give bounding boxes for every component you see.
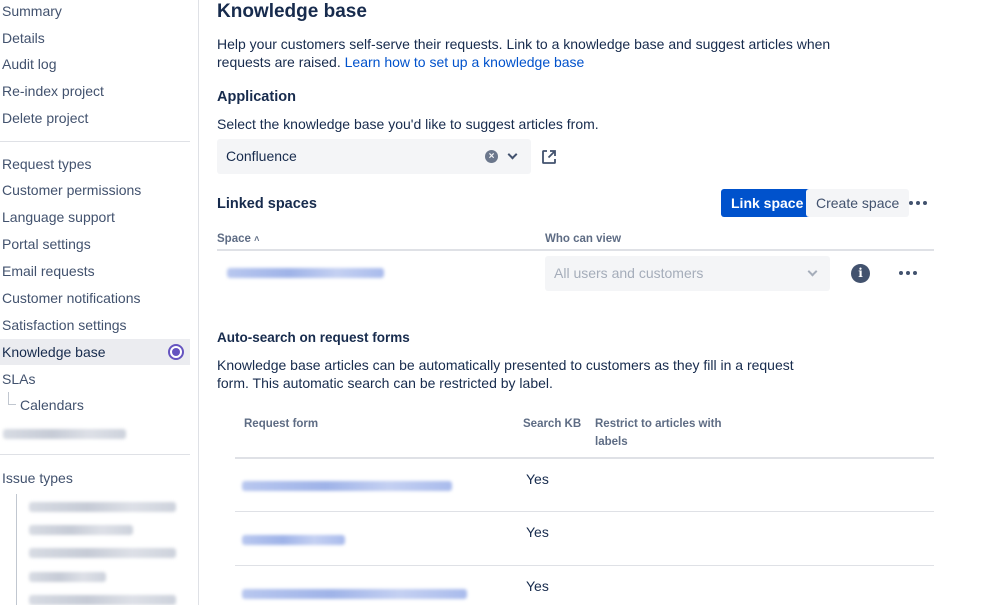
row-more-actions-icon[interactable] (899, 266, 921, 280)
search-kb-value: Yes (526, 578, 549, 594)
active-indicator-icon (168, 344, 184, 360)
sort-ascending-icon: ˄ (254, 234, 260, 244)
sidebar-item-redacted[interactable] (3, 429, 126, 439)
issue-type-item-redacted[interactable] (29, 595, 176, 605)
table-header-divider (217, 249, 934, 251)
who-can-view-value: All users and customers (554, 265, 704, 281)
request-form-name-redacted[interactable] (242, 481, 452, 491)
search-kb-value: Yes (526, 471, 549, 487)
sidebar-item-issue-types[interactable]: Issue types (0, 465, 190, 491)
sidebar-item-details[interactable]: Details (0, 25, 190, 51)
column-header-space-label: Space (217, 233, 251, 245)
restrict-header-line2: labels (595, 436, 628, 448)
sidebar-item-calendars[interactable]: Calendars (0, 392, 190, 418)
linked-space-name-redacted[interactable] (227, 268, 384, 278)
page-description: Help your customers self-serve their req… (217, 35, 847, 71)
issue-type-item-redacted[interactable] (29, 572, 106, 582)
sidebar-item-slas[interactable]: SLAs (0, 366, 190, 392)
sidebar-item-delete-project[interactable]: Delete project (0, 105, 190, 131)
request-form-name-redacted[interactable] (242, 535, 345, 545)
clear-selection-icon[interactable]: × (485, 150, 498, 163)
info-icon[interactable]: i (851, 264, 870, 283)
column-header-restrict-labels: Restrict to articles with labels (595, 415, 722, 451)
table-row-divider (235, 565, 934, 566)
column-header-space[interactable]: Space ˄ (217, 233, 259, 245)
column-header-who-can-view: Who can view (545, 233, 622, 245)
chevron-down-icon[interactable] (807, 266, 818, 277)
column-header-search-kb: Search KB (523, 418, 582, 430)
sidebar-item-customer-notifications[interactable]: Customer notifications (0, 285, 190, 311)
open-external-icon[interactable] (541, 149, 557, 165)
column-header-request-form: Request form (244, 418, 319, 430)
auto-search-description: Knowledge base articles can be automatic… (217, 357, 794, 391)
knowledge-base-select[interactable]: Confluence × (217, 139, 531, 174)
chevron-down-icon[interactable] (507, 149, 518, 160)
knowledge-base-select-value: Confluence (226, 148, 297, 164)
sidebar-item-language-support[interactable]: Language support (0, 204, 190, 230)
sidebar-item-portal-settings[interactable]: Portal settings (0, 231, 190, 257)
table-header-divider (235, 457, 934, 459)
issue-type-item-redacted[interactable] (29, 502, 176, 512)
table-row-divider (235, 511, 934, 512)
sidebar-item-request-types[interactable]: Request types (0, 151, 190, 177)
linked-spaces-heading: Linked spaces (217, 196, 317, 212)
sidebar-item-label: Knowledge base (2, 344, 106, 360)
sidebar-item-knowledge-base[interactable]: Knowledge base (0, 339, 190, 365)
tree-connector-icon (16, 494, 17, 605)
sidebar-item-email-requests[interactable]: Email requests (0, 258, 190, 284)
application-helper-text: Select the knowledge base you'd like to … (217, 116, 599, 132)
sidebar-divider (0, 141, 190, 142)
project-settings-sidebar: Summary Details Audit log Re-index proje… (0, 0, 199, 605)
search-kb-value: Yes (526, 524, 549, 540)
sidebar-divider (0, 454, 190, 455)
page-title: Knowledge base (217, 1, 367, 22)
issue-type-item-redacted[interactable] (29, 525, 133, 535)
application-heading: Application (217, 89, 296, 105)
who-can-view-select[interactable]: All users and customers (545, 256, 830, 291)
sidebar-item-reindex-project[interactable]: Re-index project (0, 78, 190, 104)
restrict-header-line1: Restrict to articles with (595, 418, 722, 430)
sidebar-item-audit-log[interactable]: Audit log (0, 51, 190, 77)
sidebar-item-satisfaction-settings[interactable]: Satisfaction settings (0, 312, 190, 338)
sidebar-item-customer-permissions[interactable]: Customer permissions (0, 177, 190, 203)
link-space-button[interactable]: Link space (721, 189, 814, 217)
create-space-button[interactable]: Create space (806, 189, 910, 217)
auto-search-heading: Auto-search on request forms (217, 330, 410, 345)
request-form-name-redacted[interactable] (242, 589, 467, 599)
sidebar-item-summary[interactable]: Summary (0, 0, 190, 24)
more-actions-icon[interactable] (909, 196, 931, 210)
learn-knowledge-base-link[interactable]: Learn how to set up a knowledge base (345, 54, 585, 70)
issue-type-item-redacted[interactable] (29, 548, 176, 558)
